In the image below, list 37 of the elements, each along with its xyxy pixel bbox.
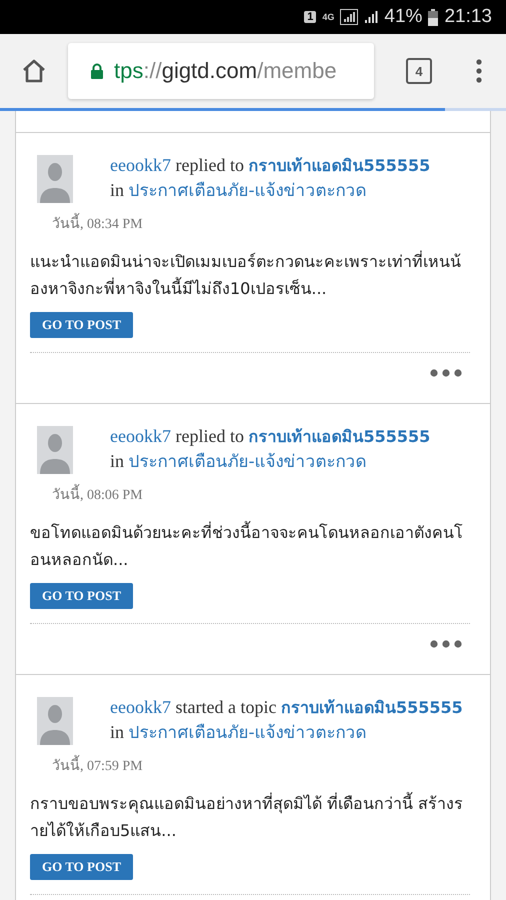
topic-link[interactable]: กราบเท้าแอดมิน555555 <box>280 698 463 717</box>
user-link[interactable]: eeookk7 <box>110 155 171 175</box>
user-link[interactable]: eeookk7 <box>110 426 171 446</box>
clock: 21:13 <box>444 6 492 28</box>
battery-level: 41% <box>384 6 422 28</box>
menu-icon[interactable] <box>476 59 482 83</box>
address-bar[interactable]: tps://gigtd.com/membe <box>68 43 374 99</box>
network-type: 4G <box>322 12 334 22</box>
forum-line: in ประกาศเตือนภัย-แจ้งข่าวตะกวด <box>110 450 368 474</box>
forum-line: in ประกาศเตือนภัย-แจ้งข่าวตะกวด <box>110 179 368 203</box>
sim-indicator: 1 <box>304 11 316 23</box>
forum-link[interactable]: ประกาศเตือนภัย-แจ้งข่าวตะกวด <box>128 181 367 201</box>
forum-link[interactable]: ประกาศเตือนภัย-แจ้งข่าวตะกวด <box>128 452 367 472</box>
user-link[interactable]: eeookk7 <box>110 697 171 717</box>
activity-title: eeookk7 started a topic กราบเท้าแอดมิน555555 <box>110 696 463 719</box>
topic-link[interactable]: กราบเท้าแอดมิน555555 <box>248 156 430 175</box>
post-time: วันนี้, 07:59 PM <box>52 754 480 776</box>
forum-link[interactable]: ประกาศเตือนภัย-แจ้งข่าวตะกวด <box>128 723 367 743</box>
post-excerpt: ขอโทดแอดมินด้วยนะคะที่ช่วงนี้อาจจะคนโดนหลอกเอาตังคนโอนหลอกนัด... <box>30 520 464 571</box>
topic-link[interactable]: กราบเท้าแอดมิน555555 <box>248 427 430 446</box>
more-options-icon[interactable] <box>430 640 462 648</box>
activity-title: eeookk7 replied to กราบเท้าแอดมิน555555 <box>110 425 430 448</box>
more-options-icon[interactable] <box>430 369 462 377</box>
forum-line: in ประกาศเตือนภัย-แจ้งข่าวตะกวด <box>110 721 368 745</box>
tab-count-button[interactable]: 4 <box>406 58 432 84</box>
url-text: tps://gigtd.com/membe <box>114 58 337 84</box>
post-time: วันนี้, 08:34 PM <box>52 212 480 234</box>
go-to-post-button[interactable]: GO TO POST <box>30 854 133 880</box>
battery-icon <box>428 8 438 26</box>
post-excerpt: กราบขอบพระคุณแอดมินอย่างหาที่สุดมิได้ ที่เดือนกว่านี้ สร้างรายได้ให้เกือบ5แสน... <box>30 791 464 842</box>
signal-icon <box>364 10 378 24</box>
activity-title: eeookk7 replied to กราบเท้าแอดมิน555555 <box>110 154 430 177</box>
post-excerpt: แนะนำแอดมินน่าจะเปิดเมมเบอร์ตะกวดนะคะเพราะเท่าที่เหนน้องหาจิงกะพี่หาจิงในนี้มีไม่ถึง10เปอรเซ็น... <box>30 250 462 300</box>
post-time: วันนี้, 08:06 PM <box>52 483 480 505</box>
go-to-post-button[interactable]: GO TO POST <box>30 583 133 609</box>
go-to-post-button[interactable]: GO TO POST <box>30 312 133 338</box>
signal-icon <box>340 9 358 25</box>
